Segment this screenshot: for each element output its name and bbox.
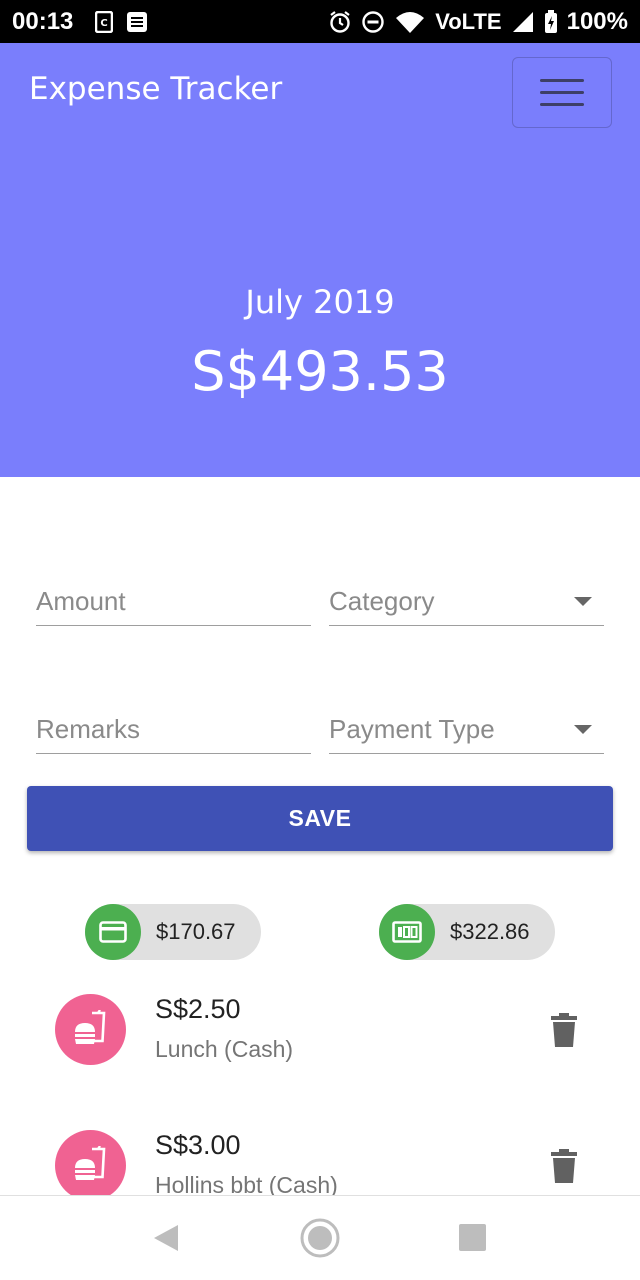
list-item[interactable]: S$2.50 Lunch (Cash) — [0, 994, 640, 1104]
expense-description: Lunch (Cash) — [155, 1036, 294, 1062]
chevron-down-icon — [574, 725, 592, 734]
fastfood-icon — [55, 994, 126, 1065]
card-total-amount: $170.67 — [156, 919, 236, 944]
volte-indicator: VoLTE — [435, 8, 502, 34]
back-button[interactable] — [152, 1223, 180, 1257]
expense-amount: S$2.50 — [155, 994, 241, 1024]
notification-app-icon: C — [95, 10, 114, 33]
trash-icon — [551, 1149, 577, 1183]
category-select[interactable]: Category — [329, 578, 604, 626]
status-time: 00:13 — [12, 7, 74, 35]
home-icon — [300, 1218, 340, 1258]
fastfood-icon — [55, 1130, 126, 1201]
cash-icon — [379, 904, 435, 960]
svg-text:C: C — [101, 18, 108, 29]
expense-amount: S$3.00 — [155, 1130, 241, 1160]
menu-toggle-button[interactable] — [512, 57, 612, 128]
remarks-input[interactable] — [36, 706, 311, 753]
save-button[interactable]: SAVE — [27, 786, 613, 851]
app-title: Expense Tracker — [29, 71, 283, 107]
delete-button[interactable] — [549, 1148, 579, 1184]
status-bar: 00:13 C VoLTE 100% — [0, 0, 640, 43]
card-total-chip[interactable]: $170.67 — [85, 904, 261, 960]
payment-type-select[interactable]: Payment Type — [329, 706, 604, 754]
monthly-total: S$493.53 — [191, 340, 449, 403]
battery-level: 100% — [566, 7, 628, 35]
back-icon — [154, 1225, 178, 1251]
amount-field[interactable] — [36, 578, 311, 626]
notification-news-icon — [127, 11, 148, 32]
battery-charging-icon — [544, 9, 558, 34]
alarm-icon — [328, 10, 352, 34]
category-select-label: Category — [329, 586, 435, 616]
trash-icon — [551, 1013, 577, 1047]
hamburger-icon — [540, 79, 584, 82]
credit-card-icon — [85, 904, 141, 960]
chevron-down-icon — [574, 597, 592, 606]
recent-apps-button[interactable] — [459, 1224, 486, 1251]
header-banner: Expense Tracker July 2019 S$493.53 — [0, 43, 640, 477]
cash-total-amount: $322.86 — [450, 919, 530, 944]
delete-button[interactable] — [549, 1012, 579, 1048]
cash-total-chip[interactable]: $322.86 — [379, 904, 555, 960]
amount-input[interactable] — [36, 578, 311, 625]
remarks-field[interactable] — [36, 706, 311, 754]
month-label: July 2019 — [245, 283, 395, 321]
payment-type-select-label: Payment Type — [329, 714, 495, 744]
wifi-icon — [394, 10, 426, 34]
system-nav-bar — [0, 1195, 640, 1280]
do-not-disturb-icon — [361, 10, 385, 34]
signal-icon — [511, 10, 535, 34]
home-button[interactable] — [300, 1218, 340, 1262]
